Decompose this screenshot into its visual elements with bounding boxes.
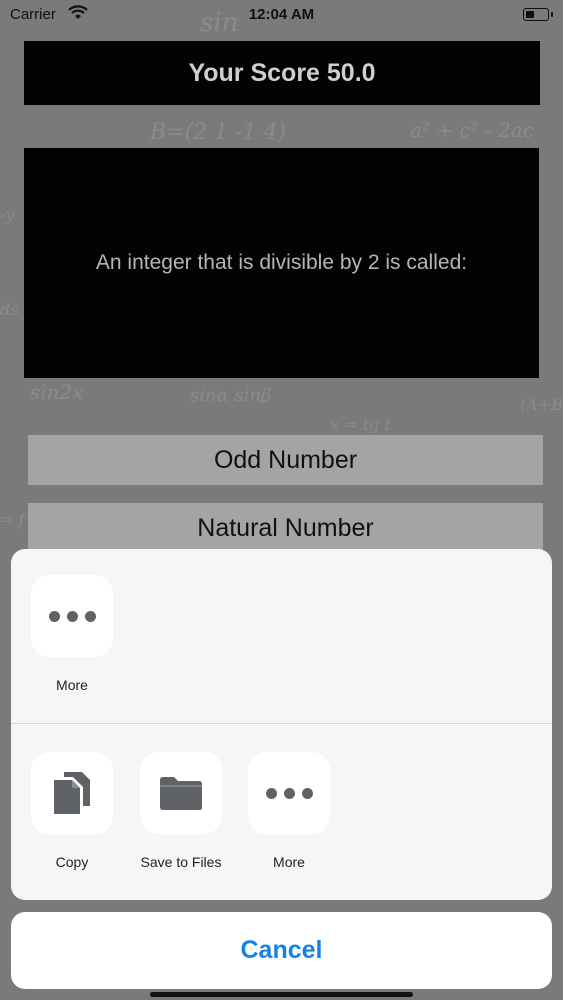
home-indicator <box>150 992 413 997</box>
copy-icon <box>54 772 90 814</box>
status-time: 12:04 AM <box>248 6 315 23</box>
sheet-divider <box>11 723 552 724</box>
answer-button-odd-number[interactable]: Odd Number <box>28 435 543 485</box>
share-item-label: Copy <box>55 854 89 870</box>
more-actions-button[interactable]: More <box>239 752 339 870</box>
question-text: An integer that is divisible by 2 is cal… <box>24 148 539 378</box>
share-item-label: More <box>273 854 305 870</box>
more-dots-icon <box>48 610 96 622</box>
copy-button[interactable]: Copy <box>22 752 122 870</box>
save-to-files-tile <box>140 752 222 834</box>
battery-icon <box>523 8 553 21</box>
cancel-button[interactable]: Cancel <box>11 912 552 989</box>
share-sheet-app-row: More <box>11 549 552 723</box>
save-to-files-button[interactable]: Save to Files <box>131 752 231 870</box>
status-bar: Carrier 12:04 AM <box>0 0 563 30</box>
share-more-apps-button[interactable]: More <box>22 575 122 693</box>
copy-tile <box>31 752 113 834</box>
more-tile <box>31 575 113 657</box>
answer-button-natural-number[interactable]: Natural Number <box>28 503 543 553</box>
more-actions-tile <box>248 752 330 834</box>
share-item-label: Save to Files <box>140 854 222 870</box>
share-sheet: More Copy Save to Files More <box>11 549 552 900</box>
score-label: Your Score 50.0 <box>24 41 540 105</box>
more-dots-icon <box>265 787 313 799</box>
battery-level <box>526 11 534 18</box>
share-item-label: More <box>56 677 88 693</box>
folder-icon <box>160 777 202 810</box>
